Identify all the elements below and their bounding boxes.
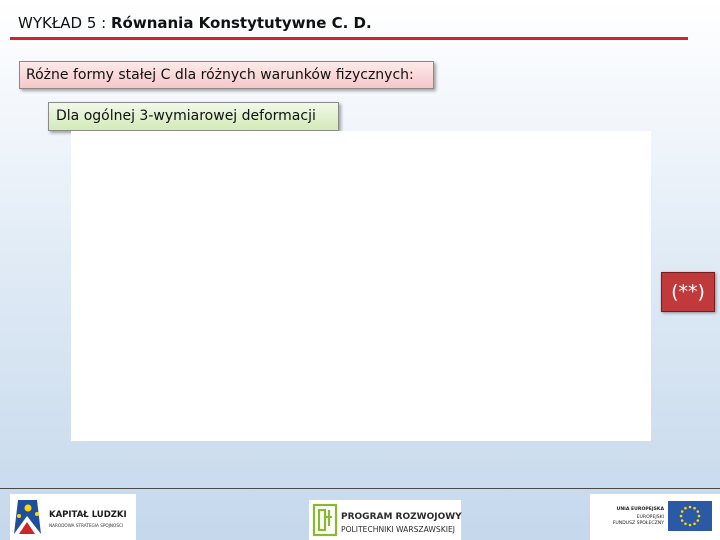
footer-divider xyxy=(0,488,720,489)
eu-flag-icon xyxy=(668,501,712,531)
eu-fund-line2: FUNDUSZ SPOŁECZNY xyxy=(612,521,664,526)
eu-fund-line1: EUROPEJSKI xyxy=(636,515,664,520)
program-rozwojowy-subtitle: POLITECHNIKI WARSZAWSKIEJ xyxy=(341,525,455,534)
slide-title: WYKŁAD 5 : Równania Konstytutywne C. D. xyxy=(18,14,372,32)
program-rozwojowy-logo: PROGRAM ROZWOJOWY POLITECHNIKI WARSZAWSK… xyxy=(309,500,462,540)
eu-name: UNIA EUROPEJSKA xyxy=(616,507,664,512)
equation-area xyxy=(71,131,651,441)
kapital-ludzki-icon xyxy=(14,500,41,534)
kapital-ludzki-logo: KAPITAŁ LUDZKI NARODOWA STRATEGIA SPÓJNO… xyxy=(10,494,136,540)
equation-marker: (**) xyxy=(661,272,715,312)
lecture-prefix: WYKŁAD 5 : xyxy=(18,14,111,32)
kapital-ludzki-subtitle: NARODOWA STRATEGIA SPÓJNOŚCI xyxy=(49,523,124,528)
program-rozwojowy-name: PROGRAM ROZWOJOWY xyxy=(341,512,462,522)
kapital-ludzki-name: KAPITAŁ LUDZKI xyxy=(49,510,127,520)
subsection-label: Dla ogólnej 3-wymiarowej deformacji xyxy=(48,102,339,131)
eu-logo: UNIA EUROPEJSKA EUROPEJSKI FUNDUSZ SPOŁE… xyxy=(590,494,720,540)
lecture-title: Równania Konstytutywne C. D. xyxy=(110,14,372,32)
program-rozwojowy-icon xyxy=(312,503,338,537)
section-label: Różne formy stałej C dla różnych warunkó… xyxy=(19,61,434,89)
title-underline xyxy=(10,37,688,40)
